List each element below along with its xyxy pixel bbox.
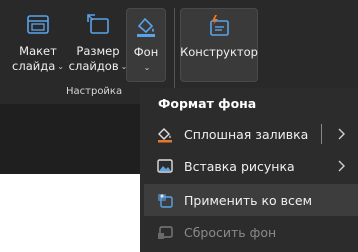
- chevron-right-icon: [336, 159, 346, 173]
- designer-label: Конструктор: [180, 45, 258, 59]
- slide-layout-button[interactable]: Макет слайда ⌄: [8, 8, 68, 88]
- menu-item-solid-fill[interactable]: Сплошная заливка: [144, 118, 358, 150]
- menu-title: Формат фона: [158, 96, 257, 111]
- slide-size-button[interactable]: Размер слайдов ⌄: [68, 8, 128, 88]
- menu-item-insert-picture[interactable]: Вставка рисунка: [144, 150, 358, 182]
- designer-icon: [206, 13, 232, 39]
- menu-item-reset-background[interactable]: Сбросить фон: [144, 216, 358, 248]
- work-area: [0, 104, 140, 174]
- split-divider: [321, 124, 322, 144]
- menu-item-apply-to-all[interactable]: Применить ко всем: [144, 184, 358, 216]
- reset-background-icon: [156, 223, 174, 241]
- slide-layout-label-1: Макет: [19, 44, 57, 58]
- slide-size-label-1: Размер: [76, 44, 120, 58]
- background-label: Фон: [133, 45, 159, 59]
- chevron-down-icon: ⌄: [143, 63, 151, 72]
- chevron-down-icon: ⌄: [57, 62, 64, 71]
- format-background-button[interactable]: Фон ⌄: [126, 8, 166, 82]
- format-background-menu: Формат фона Сплошная заливка Вставка рис…: [140, 88, 358, 252]
- paint-bucket-icon: [156, 125, 174, 143]
- chevron-right-icon[interactable]: [336, 127, 346, 141]
- slide-layout-icon: [25, 12, 51, 38]
- slide-size-icon: [85, 12, 111, 38]
- slide-canvas[interactable]: [0, 174, 140, 252]
- picture-icon: [156, 157, 174, 175]
- menu-item-label: Вставка рисунка: [184, 158, 295, 174]
- apply-all-icon: [156, 191, 174, 209]
- menu-item-label: Применить ко всем: [184, 192, 313, 208]
- menu-item-label: Сбросить фон: [184, 224, 277, 240]
- designer-button[interactable]: Конструктор: [180, 8, 258, 82]
- group-label-setup: Настройка: [66, 86, 123, 97]
- slide-size-label-2: слайдов: [68, 59, 119, 73]
- paint-bucket-icon: [133, 13, 159, 39]
- slide-layout-label-2: слайда: [12, 59, 56, 73]
- menu-item-label: Сплошная заливка: [184, 126, 309, 142]
- group-separator: [174, 8, 175, 98]
